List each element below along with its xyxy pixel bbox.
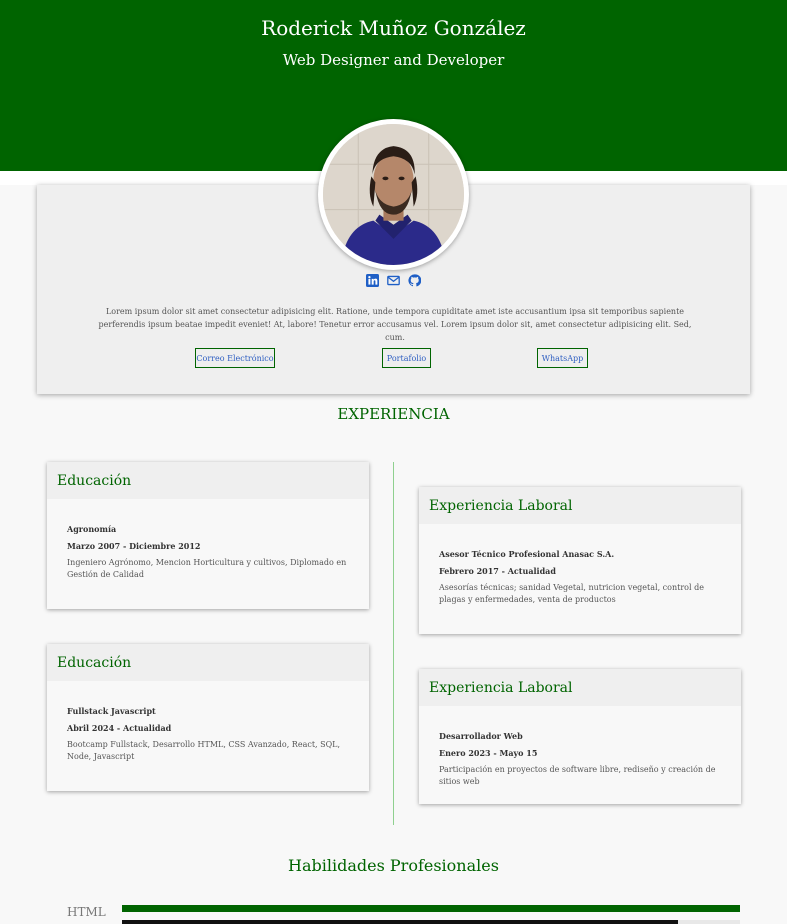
linkedin-icon[interactable]: [366, 274, 379, 287]
portfolio-button[interactable]: Portafolio: [382, 348, 431, 368]
email-button[interactable]: Correo Electrónico: [195, 348, 275, 368]
timeline-card-work-2: Experiencia Laboral Desarrollador Web En…: [419, 669, 741, 804]
skill-bar-html: [122, 905, 740, 912]
skill-label-html: HTML: [67, 905, 106, 919]
bio-text: Lorem ipsum dolor sit amet consectetur a…: [98, 307, 692, 342]
timeline-card-heading: Educación: [47, 462, 369, 499]
profile-name: Roderick Muñoz González: [261, 16, 526, 40]
timeline-card-heading: Experiencia Laboral: [419, 487, 741, 524]
timeline-card-role: Agronomía: [67, 524, 117, 534]
timeline-card-description: Bootcamp Fullstack, Desarrollo HTML, CSS…: [67, 740, 341, 761]
timeline-card-description: Ingeniero Agrónomo, Mencion Horticultura…: [67, 558, 347, 579]
timeline-card-description: Participación en proyectos de software l…: [439, 765, 716, 786]
timeline-card-role: Desarrollador Web: [439, 731, 523, 741]
whatsapp-button[interactable]: WhatsApp: [537, 348, 588, 368]
avatar-photo: [323, 124, 464, 265]
timeline-card-work-1: Experiencia Laboral Asesor Técnico Profe…: [419, 487, 741, 634]
avatar: [318, 119, 469, 270]
skills-title: Habilidades Profesionales: [288, 856, 499, 875]
timeline-card-date: Enero 2023 - Mayo 15: [439, 748, 538, 758]
social-links: [37, 274, 750, 287]
timeline-card-date: Marzo 2007 - Diciembre 2012: [67, 541, 201, 551]
timeline-card-heading: Experiencia Laboral: [419, 669, 741, 706]
experience-title: EXPERIENCIA: [337, 405, 450, 423]
timeline-card-education-1: Educación Agronomía Marzo 2007 - Diciemb…: [47, 462, 369, 609]
timeline-card-role: Fullstack Javascript: [67, 706, 156, 716]
github-icon[interactable]: [408, 274, 422, 287]
profile-title: Web Designer and Developer: [282, 51, 505, 69]
mail-icon[interactable]: [387, 274, 400, 287]
timeline-card-education-2: Educación Fullstack Javascript Abril 202…: [47, 644, 369, 791]
timeline-card-description: Asesorías técnicas; sanidad Vegetal, nut…: [439, 583, 704, 604]
skill-bar-next: [122, 920, 740, 924]
skill-bar-fill: [122, 920, 679, 924]
timeline-card-heading: Educación: [47, 644, 369, 681]
timeline-card-date: Febrero 2017 - Actualidad: [439, 566, 556, 576]
timeline-card-role: Asesor Técnico Profesional Anasac S.A.: [439, 549, 615, 559]
timeline-card-date: Abril 2024 - Actualidad: [67, 723, 172, 733]
timeline-line: [393, 462, 394, 825]
skill-bar-fill: [122, 905, 740, 912]
